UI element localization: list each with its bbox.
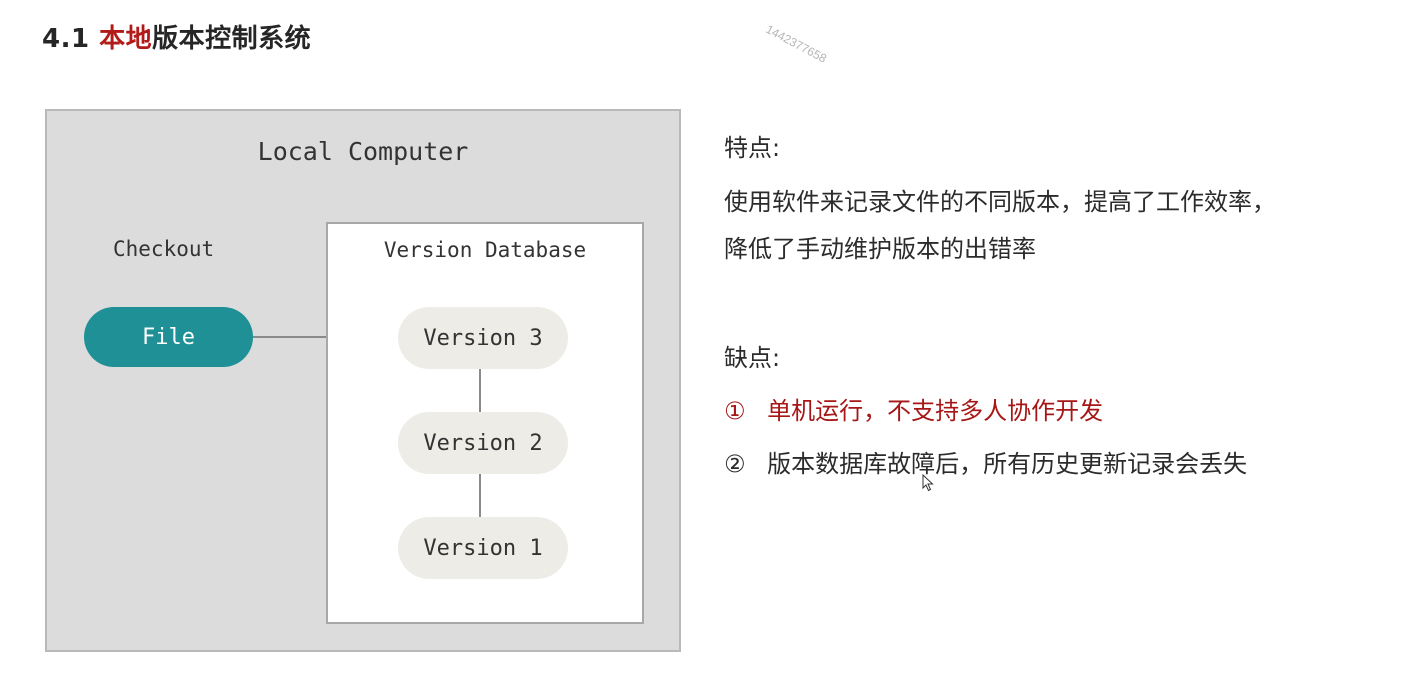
title-prefix: 4.1 bbox=[42, 24, 100, 54]
version-node: Version 3 bbox=[398, 307, 568, 369]
title-rest: 版本控制系统 bbox=[152, 24, 312, 54]
features-line-2: 降低了手动维护版本的出错率 bbox=[724, 235, 1036, 263]
file-node: File bbox=[84, 307, 253, 367]
mouse-cursor-icon bbox=[922, 474, 934, 492]
version-connector bbox=[479, 474, 481, 517]
local-computer-label: Local Computer bbox=[257, 137, 469, 166]
version-database-box: Version Database Version 3 Version 2 Ver… bbox=[326, 222, 644, 624]
features-heading: 特点: bbox=[724, 134, 781, 162]
version-label: Version 2 bbox=[423, 430, 543, 456]
version-label: Version 1 bbox=[423, 535, 543, 561]
version-connector bbox=[479, 369, 481, 412]
local-computer-box: Local Computer Checkout File Version Dat… bbox=[45, 109, 681, 652]
file-label: File bbox=[142, 324, 195, 350]
drawback-item-1: ① 单机运行，不支持多人协作开发 bbox=[724, 391, 1103, 426]
version-node: Version 2 bbox=[398, 412, 568, 474]
drawbacks-heading: 缺点: bbox=[724, 344, 781, 372]
version-database-label: Version Database bbox=[383, 238, 587, 262]
drawback-item-2-text: 版本数据库故障后，所有历史更新记录会丢失 bbox=[767, 450, 1248, 478]
watermark: 1442377658 bbox=[763, 22, 829, 66]
checkout-label: Checkout bbox=[113, 237, 215, 261]
features-line-1: 使用软件来记录文件的不同版本，提高了工作效率， bbox=[724, 188, 1276, 216]
version-node: Version 1 bbox=[398, 517, 568, 579]
drawback-item-2-marker: ② bbox=[724, 450, 746, 478]
drawback-item-1-text: 单机运行，不支持多人协作开发 bbox=[767, 397, 1104, 425]
version-label: Version 3 bbox=[423, 325, 543, 351]
drawback-item-1-marker: ① bbox=[724, 397, 746, 425]
drawback-item-2: ② 版本数据库故障后，所有历史更新记录会丢失 bbox=[724, 444, 1247, 479]
slide-title: 4.1 本地版本控制系统 bbox=[42, 18, 311, 55]
title-accent: 本地 bbox=[99, 24, 153, 54]
